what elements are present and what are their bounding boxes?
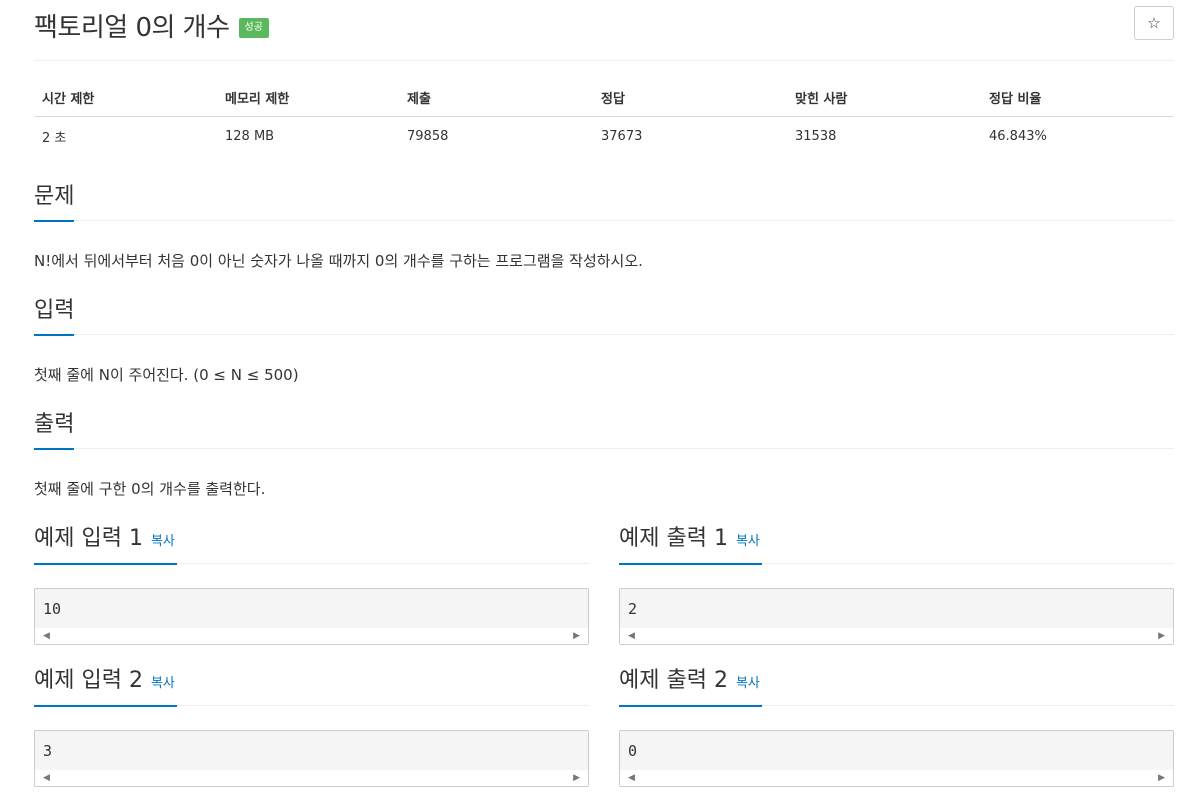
input-heading: 입력 [34, 296, 75, 336]
scroll-right-icon[interactable]: ▶ [1158, 632, 1165, 641]
copy-sample-input-2-link[interactable]: 복사 [151, 676, 175, 691]
value-solved-users[interactable]: 31538 [787, 117, 981, 157]
scroll-left-icon[interactable]: ◀ [628, 774, 635, 783]
sample-output-2-headline: 예제 출력 2 복사 [619, 662, 1174, 707]
copy-sample-output-1-link[interactable]: 복사 [736, 534, 760, 549]
problem-heading: 문제 [34, 182, 75, 222]
status-badge: 성공 [238, 17, 269, 38]
problem-info-table: 시간 제한 메모리 제한 제출 정답 맞힌 사람 정답 비율 2 초 128 M… [34, 80, 1174, 156]
sample-output-2: 예제 출력 2 복사 0 ◀ ▶ [619, 662, 1174, 788]
problem-headline: 문제 [34, 181, 1174, 222]
sample-output-2-heading: 예제 출력 2 복사 [619, 663, 762, 707]
value-submissions[interactable]: 79858 [399, 117, 593, 157]
problem-description: N!에서 뒤에서부터 처음 0이 아닌 숫자가 나올 때까지 0의 개수를 구하… [34, 252, 643, 270]
input-section: 입력 [34, 295, 1174, 336]
problem-section: 문제 [34, 181, 1174, 222]
sample-input-1-headline: 예제 입력 1 복사 [34, 520, 589, 565]
sample-output-1-heading: 예제 출력 1 복사 [619, 521, 762, 565]
sample-input-2-box[interactable]: 3 ◀ ▶ [34, 730, 589, 787]
output-section: 출력 [34, 409, 1174, 450]
header-submissions: 제출 [399, 80, 593, 117]
scroll-left-icon[interactable]: ◀ [43, 632, 50, 641]
copy-sample-input-1-link[interactable]: 복사 [151, 534, 175, 549]
sample-input-1-scrollbar[interactable]: ◀ ▶ [35, 628, 588, 644]
value-memory-limit: 128 MB [225, 129, 275, 144]
sample-input-1-box[interactable]: 10 ◀ ▶ [34, 588, 589, 645]
value-time-limit: 2 초 [42, 131, 67, 146]
sample-input-1-value: 10 [43, 600, 62, 618]
input-description: 첫째 줄에 N이 주어진다. (0 ≤ N ≤ 500) [34, 366, 299, 384]
title-divider [34, 60, 1174, 61]
header-memory-limit: 메모리 제한 [217, 80, 399, 117]
problem-page: 팩토리얼 0의 개수 성공 ☆ 시간 제한 메모리 제한 제출 정답 맞힌 사람… [0, 0, 1189, 810]
scroll-left-icon[interactable]: ◀ [628, 632, 635, 641]
output-heading: 출력 [34, 410, 75, 450]
star-button[interactable]: ☆ [1134, 6, 1174, 40]
output-description: 첫째 줄에 구한 0의 개수를 출력한다. [34, 480, 266, 498]
sample-output-1-box[interactable]: 2 ◀ ▶ [619, 588, 1174, 645]
sample-input-2-scrollbar[interactable]: ◀ ▶ [35, 770, 588, 786]
page-title: 팩토리얼 0의 개수 [34, 12, 230, 43]
header-time-limit: 시간 제한 [34, 80, 217, 117]
header-solved-users: 맞힌 사람 [787, 80, 981, 117]
star-icon: ☆ [1147, 14, 1161, 32]
value-accept-ratio: 46.843% [989, 129, 1047, 144]
header-accepted: 정답 [593, 80, 787, 117]
sample-output-2-scrollbar[interactable]: ◀ ▶ [620, 770, 1173, 786]
sample-input-2-headline: 예제 입력 2 복사 [34, 662, 589, 707]
copy-sample-output-2-link[interactable]: 복사 [736, 676, 760, 691]
sample-output-2-box[interactable]: 0 ◀ ▶ [619, 730, 1174, 787]
scroll-right-icon[interactable]: ▶ [1158, 774, 1165, 783]
sample-input-1: 예제 입력 1 복사 10 ◀ ▶ [34, 520, 589, 646]
value-accepted[interactable]: 37673 [593, 117, 787, 157]
sample-input-2-heading: 예제 입력 2 복사 [34, 663, 177, 707]
scroll-right-icon[interactable]: ▶ [573, 774, 580, 783]
sample-output-1-value: 2 [628, 600, 638, 618]
sample-output-1: 예제 출력 1 복사 2 ◀ ▶ [619, 520, 1174, 646]
output-headline: 출력 [34, 409, 1174, 450]
sample-output-1-headline: 예제 출력 1 복사 [619, 520, 1174, 565]
sample-input-2: 예제 입력 2 복사 3 ◀ ▶ [34, 662, 589, 788]
info-header-row: 시간 제한 메모리 제한 제출 정답 맞힌 사람 정답 비율 [34, 80, 1174, 117]
sample-output-1-scrollbar[interactable]: ◀ ▶ [620, 628, 1173, 644]
info-value-row: 2 초 128 MB 79858 37673 31538 46.843% [34, 117, 1174, 157]
title-row: 팩토리얼 0의 개수 성공 [34, 8, 269, 43]
scroll-right-icon[interactable]: ▶ [573, 632, 580, 641]
sample-input-1-heading: 예제 입력 1 복사 [34, 521, 177, 565]
header-accept-ratio: 정답 비율 [981, 80, 1174, 117]
sample-output-2-value: 0 [628, 742, 638, 760]
input-headline: 입력 [34, 295, 1174, 336]
sample-input-2-value: 3 [43, 742, 53, 760]
scroll-left-icon[interactable]: ◀ [43, 774, 50, 783]
